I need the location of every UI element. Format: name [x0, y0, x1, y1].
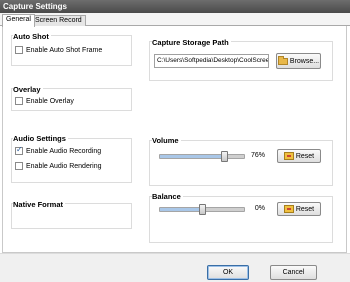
enable-audio-recording-checkbox[interactable]: Enable Audio Recording: [15, 145, 102, 155]
reset-icon: [283, 152, 294, 160]
dialog-footer: OK Cancel: [0, 253, 350, 282]
window-title: Capture Settings: [3, 2, 68, 11]
balance-slider-thumb[interactable]: [199, 204, 206, 215]
ok-button[interactable]: OK: [207, 265, 249, 280]
checkbox-box[interactable]: [15, 46, 23, 54]
volume-reset-button[interactable]: Reset: [277, 149, 321, 163]
balance-reset-button[interactable]: Reset: [277, 202, 321, 216]
audio-settings-title: Audio Settings: [13, 134, 68, 143]
balance-title: Balance: [152, 192, 183, 201]
balance-value: 0%: [254, 205, 265, 212]
overlay-title: Overlay: [13, 85, 43, 94]
volume-slider-fill: [160, 155, 224, 158]
checkbox-box[interactable]: [15, 162, 23, 170]
audio-settings-group: [11, 138, 132, 183]
window-title-bar: Capture Settings: [0, 0, 350, 13]
balance-slider[interactable]: [159, 204, 245, 215]
tab-general[interactable]: General: [2, 14, 35, 27]
tab-strip: General Screen Record: [0, 13, 350, 27]
auto-shot-title: Auto Shot: [13, 32, 51, 41]
enable-overlay-label: Enable Overlay: [26, 97, 74, 105]
checkbox-box[interactable]: [15, 145, 23, 155]
balance-slider-fill: [160, 208, 202, 211]
storage-path-title: Capture Storage Path: [152, 38, 231, 47]
enable-audio-rendering-checkbox[interactable]: Enable Audio Rendering: [15, 162, 102, 170]
folder-icon: [277, 55, 288, 65]
enable-audio-rendering-label: Enable Audio Rendering: [26, 162, 102, 170]
browse-button-label: Browse...: [289, 57, 320, 65]
browse-button[interactable]: Browse...: [276, 53, 321, 69]
checkbox-box[interactable]: [15, 97, 23, 105]
enable-audio-recording-label: Enable Audio Recording: [26, 147, 102, 155]
enable-overlay-checkbox[interactable]: Enable Overlay: [15, 97, 74, 105]
storage-path-input[interactable]: C:\Users\Softpedia\Desktop\CoolScree: [154, 54, 269, 68]
general-panel: Auto Shot Enable Auto Shot Frame Overlay…: [2, 26, 347, 253]
volume-title: Volume: [152, 136, 181, 145]
volume-group: [149, 140, 333, 186]
volume-reset-label: Reset: [295, 152, 315, 160]
native-format-title: Native Format: [13, 200, 66, 209]
volume-slider[interactable]: [159, 151, 245, 162]
enable-auto-shot-frame-checkbox[interactable]: Enable Auto Shot Frame: [15, 46, 102, 54]
reset-icon: [283, 205, 294, 213]
volume-slider-thumb[interactable]: [221, 151, 228, 162]
volume-value: 76%: [250, 152, 265, 159]
balance-reset-label: Reset: [295, 205, 315, 213]
enable-auto-shot-frame-label: Enable Auto Shot Frame: [26, 46, 103, 54]
cancel-button[interactable]: Cancel: [270, 265, 317, 280]
